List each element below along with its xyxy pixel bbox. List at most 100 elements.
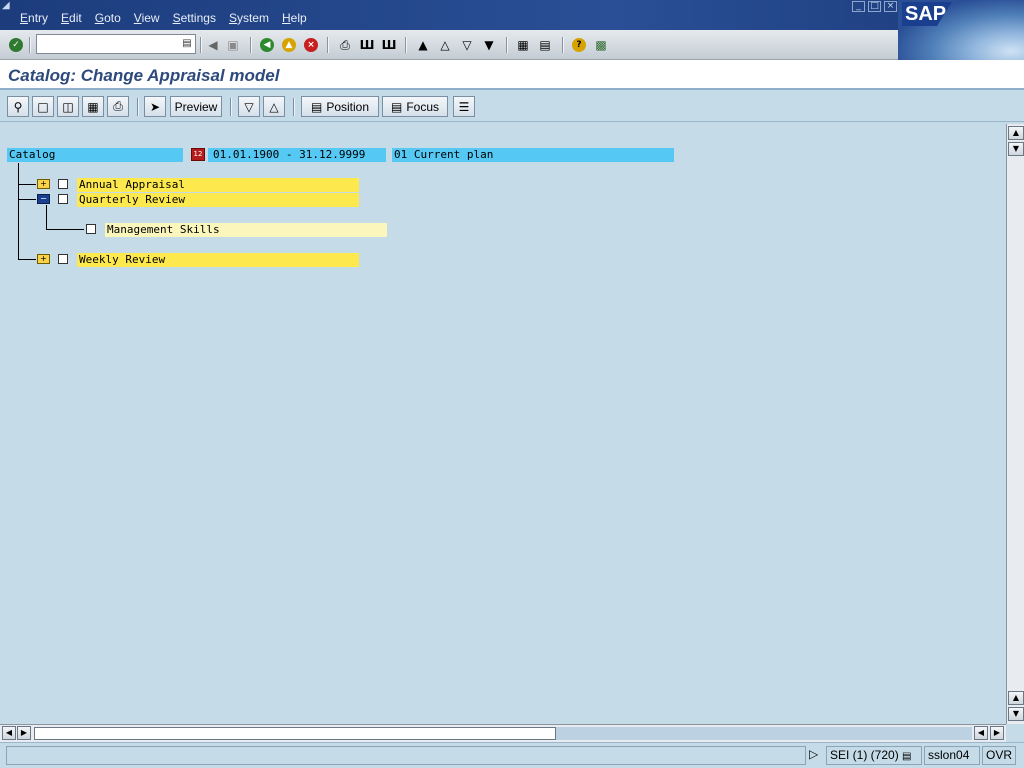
back-button[interactable]: ◀ <box>258 36 276 54</box>
tree-line <box>18 184 36 185</box>
vertical-scrollbar[interactable]: ▲ ▼ ▲ ▼ <box>1006 124 1024 724</box>
command-field[interactable]: ▤ <box>36 34 196 54</box>
minimize-icon[interactable]: _ <box>852 1 865 12</box>
tree-line <box>46 205 47 229</box>
preview-button[interactable]: Preview <box>170 96 222 117</box>
status-bar: ▷ SEI (1) (720) ▤ sslon04 OVR <box>0 742 1024 768</box>
horizontal-scroll-thumb[interactable] <box>34 727 556 740</box>
find-icon[interactable]: Ш <box>358 36 376 54</box>
tree-line <box>18 199 36 200</box>
menu-help[interactable]: Help <box>282 11 307 25</box>
tree-item-weekly-review[interactable]: Weekly Review <box>77 253 359 267</box>
separator <box>327 37 329 53</box>
status-message-area <box>6 746 806 765</box>
tree-line <box>46 229 84 230</box>
server-name: sslon04 <box>924 746 980 765</box>
shortcut-icon[interactable]: ▤ <box>536 36 554 54</box>
printer-icon: ⎙ <box>113 99 123 113</box>
expand-node-icon[interactable]: + <box>37 179 50 189</box>
select-checkbox[interactable] <box>58 194 68 204</box>
tree-content: Catalog 12 01.01.1900 - 31.12.9999 01 Cu… <box>0 124 1006 724</box>
separator <box>137 98 139 116</box>
horizontal-scrollbar[interactable]: ◀ ▶ ◀ ▶ <box>0 724 1006 742</box>
scroll-right-small-icon[interactable]: ▶ <box>17 726 31 740</box>
menu-settings[interactable]: Settings <box>173 11 216 25</box>
menu-edit[interactable]: Edit <box>61 11 82 25</box>
print-button[interactable]: ⎙ <box>107 96 129 117</box>
page-up-icon[interactable]: ▼ <box>1008 142 1024 156</box>
scroll-down-icon[interactable]: ▼ <box>1008 707 1024 721</box>
tree-line <box>18 163 19 259</box>
focus-icon: ▤ <box>390 99 403 114</box>
help-button[interactable]: ? <box>570 36 588 54</box>
system-menu-icon[interactable]: ◢ <box>2 1 14 11</box>
system-info: SEI (1) (720) ▤ <box>826 746 922 765</box>
command-dropdown-icon[interactable]: ▤ <box>181 37 193 51</box>
status-expand-icon[interactable]: ▷ <box>806 746 826 765</box>
focus-button[interactable]: ▤ Focus <box>382 96 448 117</box>
display-button[interactable]: ⚲ <box>7 96 29 117</box>
separator <box>405 37 407 53</box>
structure-button[interactable]: ◫ <box>57 96 79 117</box>
tree-item-annual-appraisal[interactable]: Annual Appraisal <box>77 178 359 192</box>
plan-version: 01 Current plan <box>392 148 674 162</box>
menu-goto[interactable]: Goto <box>95 11 121 25</box>
relationships-button[interactable]: ➤ <box>144 96 166 117</box>
select-checkbox[interactable] <box>58 179 68 189</box>
menu-entry[interactable]: Entry <box>20 11 48 25</box>
last-page-icon[interactable]: ▼ <box>480 36 498 54</box>
maximize-icon[interactable]: □ <box>868 1 881 12</box>
scroll-right-icon[interactable]: ▶ <box>990 726 1004 740</box>
select-checkbox[interactable] <box>86 224 96 234</box>
print-icon[interactable]: ⎙ <box>336 36 354 54</box>
sap-logo: SAP <box>902 2 952 26</box>
menu-view[interactable]: View <box>134 11 160 25</box>
select-checkbox[interactable] <box>58 254 68 264</box>
position-button[interactable]: ▤ Position <box>301 96 379 117</box>
back-arrow-icon[interactable]: ◀ <box>204 36 222 54</box>
checkmark-icon: ✓ <box>9 38 23 52</box>
new-session-icon[interactable]: ▦ <box>514 36 532 54</box>
close-window-icon[interactable]: × <box>884 1 897 12</box>
calendar-icon[interactable]: 12 <box>191 148 205 161</box>
system-info-icon[interactable]: ▤ <box>902 751 911 762</box>
save-icon[interactable]: ▣ <box>224 36 242 54</box>
magnifier-icon: ⚲ <box>13 99 23 114</box>
delete-button[interactable]: ▦ <box>82 96 104 117</box>
title-bar: Catalog: Change Appraisal model <box>0 60 1024 90</box>
find-next-icon[interactable]: Ш <box>380 36 398 54</box>
separator <box>293 98 295 116</box>
menu-bar: ◢ Entry Edit Goto View Settings System H… <box>0 0 1024 30</box>
create-button[interactable]: □ <box>32 96 54 117</box>
menu-system[interactable]: System <box>229 11 269 25</box>
scroll-left-icon[interactable]: ◀ <box>2 726 16 740</box>
horizontal-scroll-track[interactable] <box>556 727 972 740</box>
cancel-button[interactable]: × <box>302 36 320 54</box>
tree-item-quarterly-review[interactable]: Quarterly Review <box>77 193 359 207</box>
scroll-left-end-icon[interactable]: ◀ <box>974 726 988 740</box>
page-title: Catalog: Change Appraisal model <box>8 66 280 85</box>
exit-icon: ▲ <box>282 38 296 52</box>
tree-item-management-skills[interactable]: Management Skills <box>105 223 387 237</box>
tree-line <box>18 259 36 260</box>
expand-all-button[interactable]: ▽ <box>238 96 260 117</box>
scroll-up-icon[interactable]: ▲ <box>1008 126 1024 140</box>
expand-node-icon[interactable]: + <box>37 254 50 264</box>
first-page-icon[interactable]: ▲ <box>414 36 432 54</box>
position-icon: ▤ <box>310 99 323 114</box>
customize-layout-icon[interactable]: ▩ <box>592 36 610 54</box>
collapse-node-icon[interactable]: − <box>37 194 50 204</box>
cancel-icon: × <box>304 38 318 52</box>
enter-button[interactable]: ✓ <box>7 36 25 54</box>
exit-button[interactable]: ▲ <box>280 36 298 54</box>
hierarchy-icon: ◫ <box>62 99 74 114</box>
arrow-right-icon: ➤ <box>149 99 161 114</box>
legend-button[interactable]: ☰ <box>453 96 475 117</box>
previous-page-icon[interactable]: △ <box>436 36 454 54</box>
next-page-icon[interactable]: ▽ <box>458 36 476 54</box>
input-mode: OVR <box>982 746 1016 765</box>
sap-logo-area: SAP <box>898 0 1024 60</box>
page-down-icon[interactable]: ▲ <box>1008 691 1024 705</box>
collapse-all-button[interactable]: △ <box>263 96 285 117</box>
separator <box>230 98 232 116</box>
